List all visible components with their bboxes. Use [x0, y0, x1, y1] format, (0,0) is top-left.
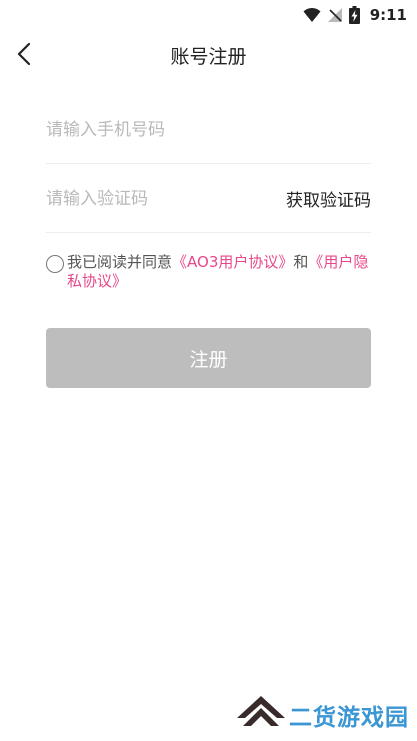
code-input[interactable] — [46, 165, 246, 232]
agree-radio[interactable] — [46, 255, 64, 273]
user-agreement-link[interactable]: 《AO3用户协议》 — [172, 253, 293, 271]
agreement-row: 我已阅读并同意《AO3用户协议》和《用户隐私协议》 — [46, 253, 371, 291]
page-title: 账号注册 — [170, 46, 247, 68]
code-field: 获取验证码 — [46, 165, 371, 233]
phone-input[interactable] — [46, 96, 371, 163]
agreement-prefix: 我已阅读并同意 — [67, 253, 173, 271]
get-code-button[interactable]: 获取验证码 — [286, 165, 371, 232]
wifi-icon — [303, 7, 321, 23]
battery-charging-icon — [348, 6, 360, 24]
watermark-logo-icon — [237, 696, 285, 734]
watermark: 二货游戏园 — [237, 695, 409, 735]
signal-off-icon — [327, 7, 343, 23]
watermark-text: 二货游戏园 — [289, 705, 409, 731]
status-icons: 9:11 — [303, 4, 407, 26]
agreement-text: 我已阅读并同意《AO3用户协议》和《用户隐私协议》 — [67, 253, 371, 291]
phone-field — [46, 96, 371, 164]
status-time: 9:11 — [369, 6, 407, 24]
register-button[interactable]: 注册 — [46, 328, 371, 388]
agreement-conjunction: 和 — [293, 253, 309, 271]
status-bar: 9:11 — [0, 0, 417, 30]
